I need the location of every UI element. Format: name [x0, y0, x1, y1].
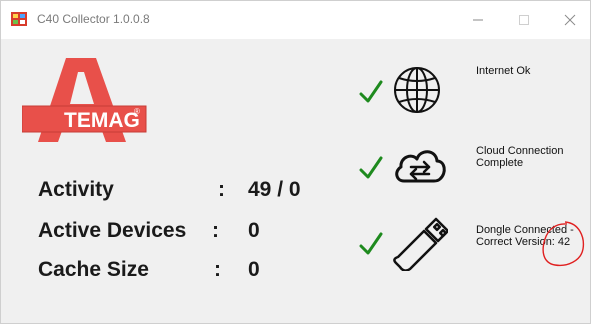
cache-size-colon: :: [214, 258, 221, 281]
main-panel: TEMAG ® Activity : 49 / 0 Active Devices…: [1, 39, 590, 323]
cloud-sync-icon: [395, 150, 446, 183]
activity-colon: :: [218, 178, 225, 201]
red-circle-annotation: [542, 221, 585, 267]
active-devices-colon: :: [212, 219, 219, 242]
activity-value: 49 / 0: [248, 178, 301, 201]
cache-size-value: 0: [248, 258, 260, 281]
cloud-check-icon: [359, 156, 383, 179]
cloud-status-text-line2: Complete: [476, 157, 524, 169]
close-button[interactable]: [547, 5, 591, 35]
logo-text: TEMAG: [64, 109, 140, 132]
active-devices-value: 0: [248, 219, 260, 242]
atemag-logo: TEMAG ®: [22, 58, 147, 142]
cache-size-label: Cache Size: [38, 258, 149, 281]
usb-dongle-icon: [393, 217, 448, 271]
app-icon: [11, 12, 27, 26]
app-window: C40 Collector 1.0.0.8 TEMAG ® Activity:…: [0, 0, 591, 324]
maximize-button[interactable]: [501, 5, 547, 35]
window-title: C40 Collector 1.0.0.8: [37, 12, 150, 26]
minimize-button[interactable]: [455, 5, 501, 35]
minimize-icon: [473, 19, 483, 21]
internet-check-icon: [359, 80, 383, 103]
maximize-icon: [519, 15, 529, 25]
globe-icon: [394, 67, 440, 113]
activity-label: Activity: [38, 178, 114, 201]
title-bar[interactable]: C40 Collector 1.0.0.8: [1, 1, 590, 39]
close-icon: [564, 14, 576, 26]
internet-status-text: Internet Ok: [476, 65, 531, 77]
active-devices-label: Active Devices: [38, 219, 187, 242]
logo-registered-mark: ®: [134, 107, 140, 116]
dongle-check-icon: [359, 232, 383, 255]
cloud-status-text: Cloud Connection: [476, 145, 564, 157]
